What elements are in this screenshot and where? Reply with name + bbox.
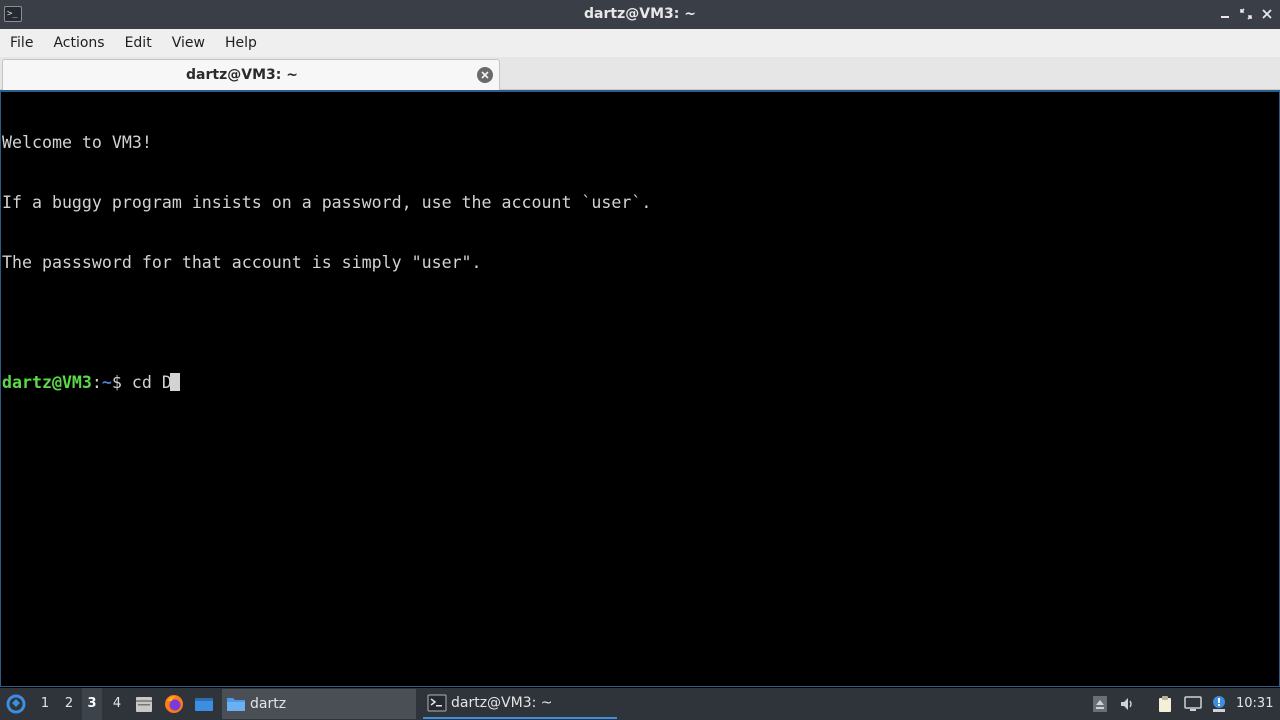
close-icon bbox=[481, 71, 489, 79]
prompt-separator: : bbox=[91, 373, 102, 392]
menu-edit[interactable]: Edit bbox=[115, 29, 162, 57]
menu-actions[interactable]: Actions bbox=[43, 29, 114, 57]
removable-media-icon[interactable] bbox=[1091, 695, 1109, 713]
volume-icon[interactable] bbox=[1119, 695, 1137, 713]
task-label: dartz@VM3: ~ bbox=[451, 695, 553, 711]
close-icon bbox=[1262, 9, 1272, 19]
tab-terminal[interactable]: dartz@VM3: ~ bbox=[2, 59, 500, 90]
start-menu-button[interactable] bbox=[5, 693, 27, 715]
tab-label: dartz@VM3: ~ bbox=[186, 67, 298, 83]
minimize-icon bbox=[1221, 16, 1229, 18]
tab-close-button[interactable] bbox=[477, 67, 493, 83]
desktop-4[interactable]: 4 bbox=[107, 688, 127, 720]
prompt-user-host: dartz@VM3 bbox=[2, 373, 92, 392]
window-title: dartz@VM3: ~ bbox=[584, 6, 696, 22]
taskbar: 1 2 3 4 dartz dartz@VM3: ~ 10:31 bbox=[0, 688, 1280, 720]
prompt-symbol: $ bbox=[111, 373, 122, 392]
lxqt-start-icon bbox=[6, 694, 26, 714]
update-notifier-icon[interactable] bbox=[1210, 695, 1228, 713]
clipboard-icon[interactable] bbox=[1156, 695, 1174, 713]
maximize-button[interactable] bbox=[1237, 5, 1255, 23]
terminal-line: Welcome to VM3! bbox=[2, 133, 152, 152]
task-terminal[interactable]: dartz@VM3: ~ bbox=[423, 689, 617, 719]
menu-help[interactable]: Help bbox=[215, 29, 267, 57]
minimize-button[interactable] bbox=[1216, 5, 1234, 23]
menu-bar: File Actions Edit View Help bbox=[0, 29, 1280, 57]
desktop-1[interactable]: 1 bbox=[35, 688, 55, 720]
terminal-line: If a buggy program insists on a password… bbox=[2, 193, 652, 212]
menu-file[interactable]: File bbox=[0, 29, 43, 57]
desktop-3[interactable]: 3 bbox=[82, 688, 102, 720]
window-titlebar[interactable]: >_ dartz@VM3: ~ bbox=[0, 0, 1280, 29]
network-icon[interactable] bbox=[1184, 695, 1202, 713]
menu-view[interactable]: View bbox=[162, 29, 215, 57]
prompt-path: ~ bbox=[101, 373, 112, 392]
file-manager-icon[interactable] bbox=[134, 694, 154, 714]
show-desktop-icon[interactable] bbox=[194, 694, 214, 714]
task-label: dartz bbox=[250, 696, 287, 712]
restore-icon bbox=[1240, 8, 1252, 20]
desktop-2[interactable]: 2 bbox=[59, 688, 79, 720]
prompt-line[interactable]: dartz@VM3:~$ cd D bbox=[2, 373, 1278, 393]
terminal-line: The passsword for that account is simply… bbox=[2, 253, 482, 272]
folder-icon bbox=[227, 698, 245, 711]
firefox-icon[interactable] bbox=[164, 694, 184, 714]
tab-bar: dartz@VM3: ~ bbox=[0, 57, 1280, 90]
terminal-icon bbox=[427, 694, 447, 712]
command-input[interactable]: cd D bbox=[132, 373, 172, 392]
task-file-manager[interactable]: dartz bbox=[222, 689, 416, 719]
clock[interactable]: 10:31 bbox=[1236, 688, 1273, 720]
text-cursor bbox=[169, 373, 180, 391]
terminal-output[interactable]: Welcome to VM3! If a buggy program insis… bbox=[0, 90, 1280, 687]
close-window-button[interactable] bbox=[1258, 5, 1276, 23]
